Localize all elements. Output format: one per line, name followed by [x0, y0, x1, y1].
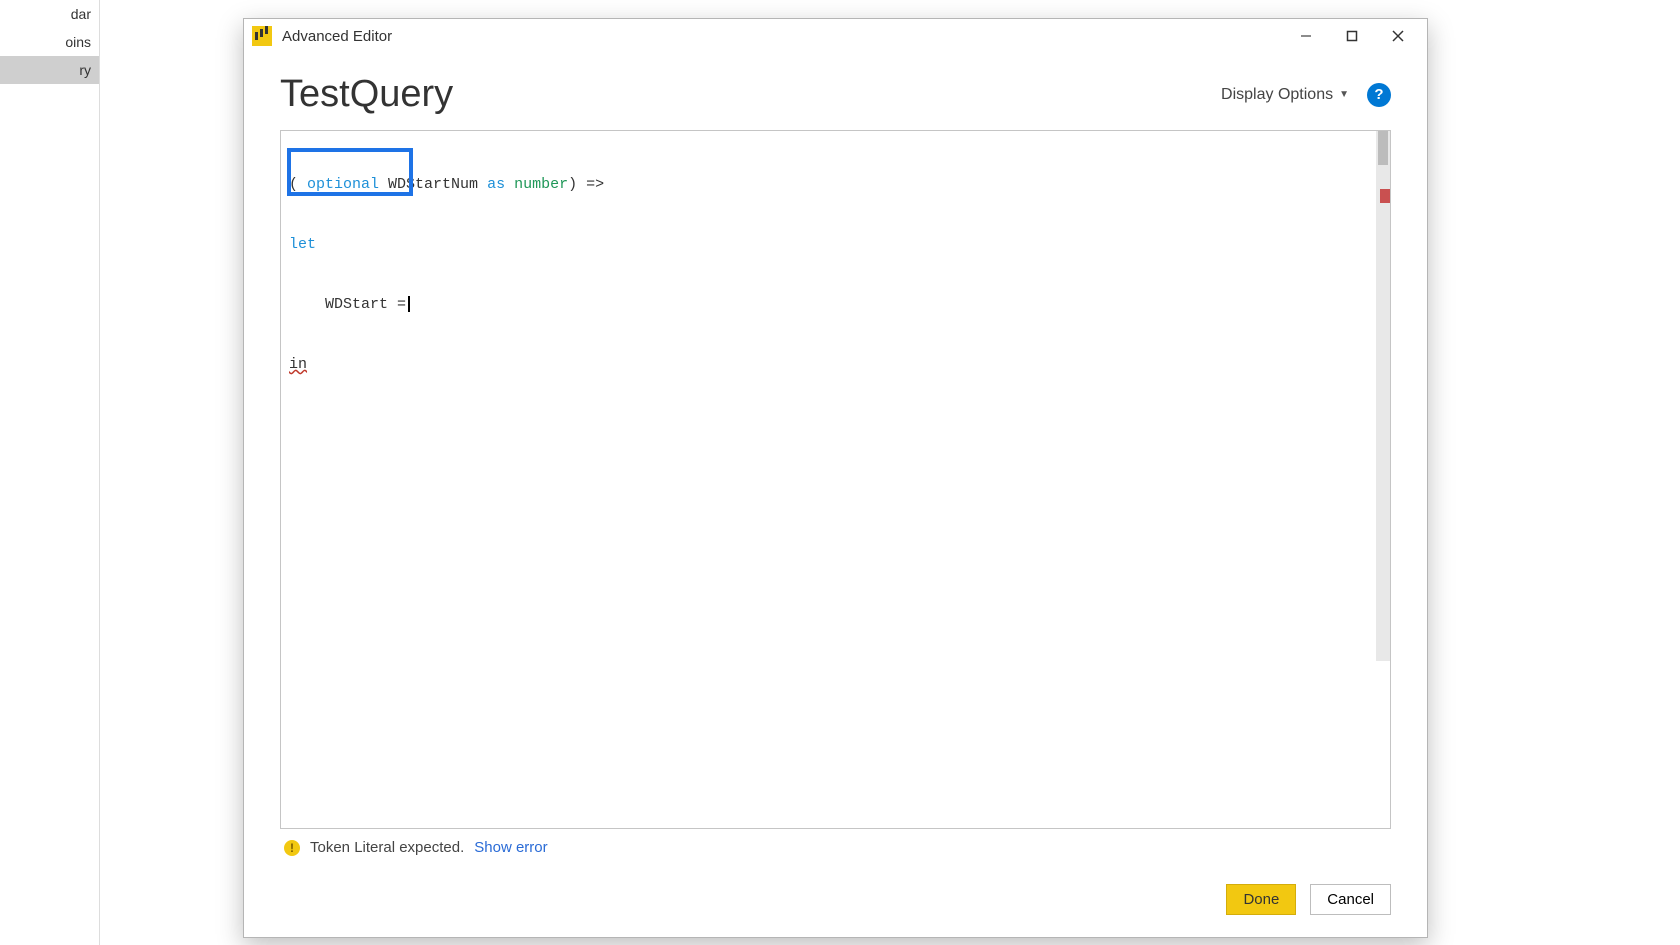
background-query-list: dar oins ry — [0, 0, 100, 945]
scroll-thumb[interactable] — [1378, 131, 1388, 165]
code-editor[interactable]: ( optional WDStartNum as number) => let … — [280, 130, 1391, 829]
window-title: Advanced Editor — [282, 28, 392, 45]
show-error-link[interactable]: Show error — [474, 839, 547, 856]
warning-icon: ! — [284, 840, 300, 856]
header-row: TestQuery Display Options ▼ ? — [280, 73, 1391, 116]
bg-query-item[interactable]: oins — [0, 28, 99, 56]
window-controls — [1283, 21, 1421, 51]
dialog-buttons: Done Cancel — [244, 870, 1427, 937]
minimize-button[interactable] — [1283, 21, 1329, 51]
display-options-dropdown[interactable]: Display Options ▼ — [1221, 86, 1349, 104]
code-line-2[interactable]: let — [289, 235, 1368, 255]
vertical-scrollbar[interactable] — [1376, 131, 1390, 661]
query-name-title: TestQuery — [280, 73, 453, 116]
display-options-label: Display Options — [1221, 86, 1333, 104]
help-button[interactable]: ? — [1367, 83, 1391, 107]
text-cursor — [408, 296, 410, 312]
bg-query-item-selected[interactable]: ry — [0, 56, 99, 84]
error-marker[interactable] — [1380, 189, 1390, 203]
bg-query-item[interactable]: dar — [0, 0, 99, 28]
close-button[interactable] — [1375, 21, 1421, 51]
status-message: Token Literal expected. — [310, 839, 464, 856]
maximize-button[interactable] — [1329, 21, 1375, 51]
content-area: TestQuery Display Options ▼ ? ( optional… — [244, 53, 1427, 870]
code-line-3[interactable]: WDStart = — [289, 295, 1368, 315]
cancel-button[interactable]: Cancel — [1310, 884, 1391, 915]
status-bar: ! Token Literal expected. Show error — [280, 829, 1391, 860]
advanced-editor-window: Advanced Editor TestQuery Display Option… — [243, 18, 1428, 938]
powerbi-icon — [252, 26, 272, 46]
code-pane[interactable]: ( optional WDStartNum as number) => let … — [281, 131, 1376, 828]
done-button[interactable]: Done — [1226, 884, 1296, 915]
titlebar: Advanced Editor — [244, 19, 1427, 53]
code-line-4[interactable]: in — [289, 355, 1368, 375]
code-line-1[interactable]: ( optional WDStartNum as number) => — [289, 175, 1368, 195]
chevron-down-icon: ▼ — [1339, 89, 1349, 100]
